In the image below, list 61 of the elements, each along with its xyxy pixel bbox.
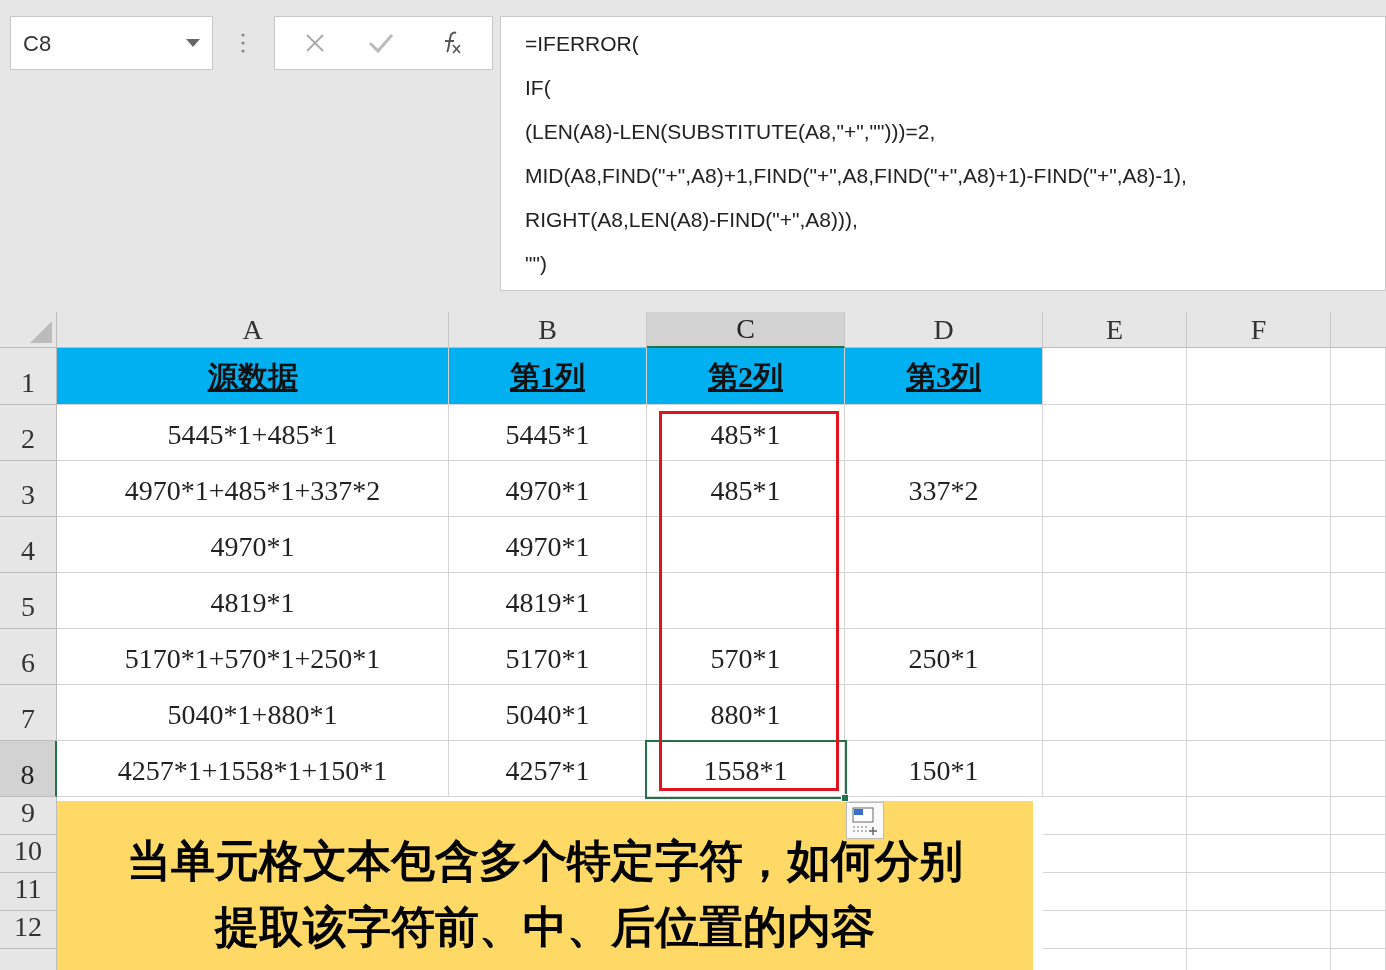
select-all-icon[interactable] <box>30 321 52 343</box>
table-cell: 250*1 <box>845 629 1043 685</box>
banner-text: 当单元格文本包含多个特定字符，如何分别 <box>127 833 963 888</box>
row-header[interactable]: 12 <box>0 911 57 949</box>
row-header[interactable]: 7 <box>0 685 57 741</box>
table-cell: 337*2 <box>845 461 1043 517</box>
row-header[interactable]: 6 <box>0 629 57 685</box>
row-header[interactable]: 10 <box>0 835 57 873</box>
header-cell-text: 第3列 <box>906 358 981 395</box>
row-header[interactable]: 11 <box>0 873 57 911</box>
column-header[interactable]: A <box>57 312 449 348</box>
table-cell: 5445*1+485*1 <box>57 405 449 461</box>
cancel-icon[interactable] <box>304 33 325 53</box>
formula-line: (LEN(A8)-LEN(SUBSTITUTE(A8,"+","")))=2, <box>525 119 936 145</box>
table-cell: 5170*1 <box>449 629 647 685</box>
column-header[interactable]: E <box>1043 312 1187 348</box>
table-cell: 4819*1 <box>449 573 647 629</box>
table-cell: 1558*1 <box>647 741 845 797</box>
row-header[interactable]: 2 <box>0 405 57 461</box>
banner-text: 提取该字符前、中、后位置的内容 <box>215 899 875 954</box>
formula-bar[interactable]: =IFERROR( IF( (LEN(A8)-LEN(SUBSTITUTE(A8,"+","")))=2, MID(A8,FIND("+",A8)+1,FIND("+",A8,FIND("+",A8)+1)-FIND("+",A8)-1), RIGHT(A8,LEN(A8)-FIND("+",A8))), "") <box>500 16 1386 291</box>
dropdown-icon[interactable] <box>186 39 200 47</box>
table-cell: 4970*1 <box>449 517 647 573</box>
table-cell: 4819*1 <box>57 573 449 629</box>
row-header[interactable]: 3 <box>0 461 57 517</box>
row-header[interactable]: 4 <box>0 517 57 573</box>
table-cell: 4970*1 <box>57 517 449 573</box>
header-cell-text: 第1列 <box>510 358 585 395</box>
check-icon[interactable] <box>367 33 394 53</box>
fill-handle[interactable] <box>841 794 849 802</box>
formula-line: =IFERROR( <box>525 31 639 57</box>
row-header[interactable]: 5 <box>0 573 57 629</box>
row-header[interactable]: 9 <box>0 797 57 835</box>
header-cell-text: 源数据 <box>207 358 298 395</box>
table-cell: 5445*1 <box>449 405 647 461</box>
table-cell: 5040*1 <box>449 685 647 741</box>
table-cell: 485*1 <box>647 405 845 461</box>
formula-line: IF( <box>525 75 551 101</box>
formula-line: "") <box>525 251 547 277</box>
column-header[interactable]: F <box>1187 312 1331 348</box>
header-cell-text: 第2列 <box>708 358 783 395</box>
table-cell: 4970*1+485*1+337*2 <box>57 461 449 517</box>
table-cell: 570*1 <box>647 629 845 685</box>
row-header[interactable] <box>0 949 57 970</box>
formula-line: RIGHT(A8,LEN(A8)-FIND("+",A8))), <box>525 207 858 233</box>
paste-options-icon[interactable] <box>846 802 884 839</box>
table-cell: 5040*1+880*1 <box>57 685 449 741</box>
more-options-icon[interactable] <box>241 33 245 53</box>
column-header[interactable]: D <box>845 312 1043 348</box>
cell-reference: C8 <box>23 29 52 58</box>
column-header[interactable]: B <box>449 312 647 348</box>
table-cell: 4257*1+1558*1+150*1 <box>57 741 449 797</box>
table-cell: 485*1 <box>647 461 845 517</box>
row-header[interactable]: 1 <box>0 348 57 405</box>
formula-line: MID(A8,FIND("+",A8)+1,FIND("+",A8,FIND("+",A8)+1)-FIND("+",A8)-1), <box>525 163 1187 189</box>
column-header[interactable] <box>1331 312 1386 348</box>
row-header[interactable]: 8 <box>0 741 57 797</box>
table-cell: 5170*1+570*1+250*1 <box>57 629 449 685</box>
name-box[interactable]: C8 <box>10 16 213 70</box>
table-cell: 4970*1 <box>449 461 647 517</box>
column-header[interactable]: C <box>647 312 845 348</box>
